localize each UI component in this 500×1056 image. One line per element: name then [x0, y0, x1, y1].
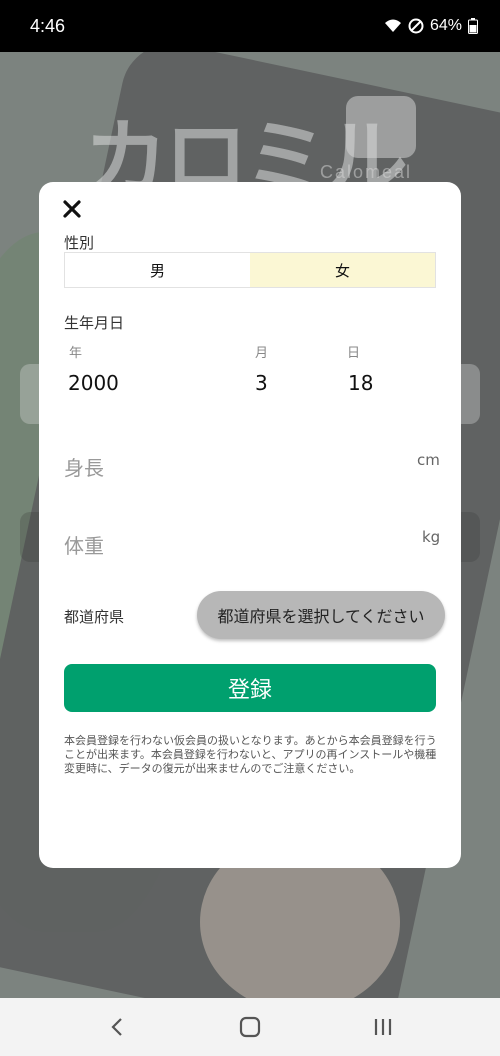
battery-percent: 64% — [429, 17, 462, 34]
do-not-disturb-icon — [408, 18, 424, 34]
gender-option-male[interactable]: 男 — [65, 253, 250, 287]
registration-dialog: 性別 男 女 生年月日 年 月 日 2000 3 18 身長 cm 体重 kg … — [39, 182, 461, 868]
back-button[interactable] — [97, 1007, 137, 1047]
height-input[interactable]: 身長 — [64, 452, 104, 481]
recent-apps-icon — [375, 1019, 392, 1035]
year-label: 年 — [69, 346, 83, 361]
gender-label: 性別 — [64, 234, 95, 252]
registration-notice: 本会員登録を行わない仮会員の扱いとなります。あとから本会員登録を行うことが出来ま… — [64, 734, 437, 775]
status-bar: 4:46 64% — [0, 0, 500, 52]
birth-day-field[interactable]: 18 — [348, 371, 373, 395]
prefecture-label: 都道府県 — [64, 608, 125, 626]
register-button[interactable]: 登録 — [64, 664, 436, 712]
gender-selector: 男 女 — [64, 252, 436, 288]
battery-icon — [468, 18, 478, 34]
status-time: 4:46 — [30, 15, 66, 36]
close-icon — [63, 200, 81, 218]
birthdate-label: 生年月日 — [64, 314, 125, 332]
prefecture-select-button[interactable]: 都道府県を選択してください — [197, 591, 445, 639]
height-unit: cm — [417, 451, 440, 469]
home-icon — [239, 1016, 261, 1038]
day-label: 日 — [347, 346, 361, 361]
recent-apps-button[interactable] — [363, 1007, 403, 1047]
birth-year-field[interactable]: 2000 — [68, 371, 119, 395]
weight-unit: kg — [422, 528, 441, 546]
wifi-icon — [384, 19, 401, 32]
home-button[interactable] — [230, 1007, 270, 1047]
back-icon — [111, 1018, 122, 1036]
month-label: 月 — [255, 346, 269, 361]
birth-month-field[interactable]: 3 — [255, 371, 268, 395]
status-icons: 64% — [384, 17, 478, 35]
navigation-bar — [0, 998, 500, 1056]
weight-input[interactable]: 体重 — [64, 530, 104, 559]
close-button[interactable] — [61, 198, 83, 220]
gender-option-female[interactable]: 女 — [250, 253, 435, 287]
